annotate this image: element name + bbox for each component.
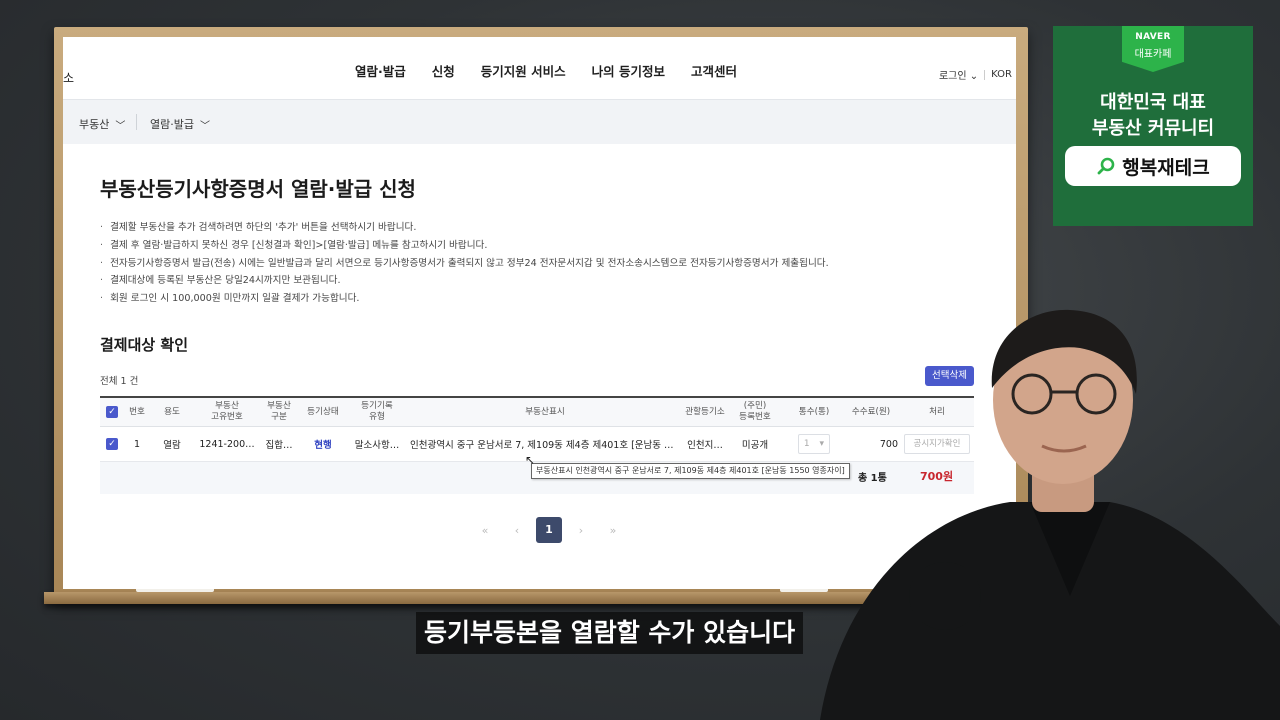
chevron-down-icon: ⌄ bbox=[969, 71, 979, 82]
header-unique-no: 부동산 고유번호 bbox=[194, 398, 260, 426]
header-line: 부동산 bbox=[267, 401, 291, 411]
header-type: 부동산 구분 bbox=[260, 398, 298, 426]
breadcrumb-label: 열람·발급 bbox=[150, 118, 194, 131]
notice-item: 회원 로그인 시 100,000원 미만까지 일괄 결제가 가능합니다. bbox=[100, 290, 829, 308]
header-address: 부동산표시 bbox=[525, 406, 565, 417]
page-number-current[interactable]: 1 bbox=[536, 517, 562, 543]
menu-item-registry-services[interactable]: 등기지원 서비스 bbox=[481, 61, 566, 80]
cell-office: 인천지… bbox=[687, 440, 723, 451]
subtitle-caption: 등기부등본을 열람할 수가 있습니다 bbox=[416, 612, 804, 654]
utility-menu: 로그인 ⌄ KOR bbox=[939, 67, 1012, 82]
cafe-label: 대표카페 bbox=[1134, 49, 1172, 60]
presenter-figure bbox=[820, 309, 1280, 720]
next-page-button[interactable]: › bbox=[565, 524, 597, 537]
header-no: 번호 bbox=[129, 406, 145, 417]
chevron-down-icon: ﹀ bbox=[115, 120, 126, 132]
login-label: 로그인 bbox=[938, 71, 967, 82]
notice-item: 전자등기사항증명서 발급(전송) 시에는 일반발급과 달리 서면으로 등기사항증… bbox=[100, 255, 829, 273]
menu-item-customer-center[interactable]: 고객센터 bbox=[691, 61, 737, 80]
check-icon: ✓ bbox=[106, 438, 118, 450]
menu-item-apply[interactable]: 신청 bbox=[432, 61, 455, 80]
naver-cafe-badge: NAVER 대표카페 대한민국 대표 부동산 커뮤니티 행복재테크 bbox=[1053, 26, 1253, 226]
badge-search-text: 행복재테크 bbox=[1122, 156, 1210, 179]
header-line: 고유번호 bbox=[211, 412, 243, 422]
row-checkbox[interactable]: ✓ bbox=[100, 427, 124, 461]
login-link[interactable]: 로그인 ⌄ bbox=[939, 67, 978, 82]
breadcrumb: 부동산 ﹀ 열람·발급 ﹀ bbox=[63, 99, 1016, 144]
cell-record-type: 말소사항… bbox=[354, 440, 400, 451]
notice-item: 결제 후 열람·발급하지 못하신 경우 [신청결과 확인]>[열람·발급] 메뉴… bbox=[100, 237, 829, 255]
header-record-type: 등기기록 유형 bbox=[348, 398, 406, 426]
breadcrumb-view-issue[interactable]: 열람·발급 ﹀ bbox=[150, 116, 210, 132]
check-icon: ✓ bbox=[106, 406, 118, 418]
notice-list: 결제할 부동산을 추가 검색하려면 하단의 '추가' 버튼을 선택하시기 바랍니… bbox=[100, 219, 829, 308]
cell-usage: 열람 bbox=[163, 440, 181, 451]
menu-item-view-issue[interactable]: 열람·발급 bbox=[355, 61, 406, 80]
header-line: (주민) bbox=[743, 401, 767, 411]
first-page-button[interactable]: « bbox=[469, 524, 501, 537]
cell-address: 인천광역시 중구 운남서로 7, 제109동 제4층 제401호 [운남동 … bbox=[410, 440, 674, 451]
menu-item-my-registry[interactable]: 나의 등기정보 bbox=[592, 61, 665, 80]
header-line: 등기기록 bbox=[361, 401, 393, 411]
badge-subheadline: 부동산 커뮤니티 bbox=[1091, 118, 1215, 139]
main-menu: 열람·발급 신청 등기지원 서비스 나의 등기정보 고객센터 bbox=[355, 61, 763, 80]
notice-item: 결제할 부동산을 추가 검색하려면 하단의 '추가' 버튼을 선택하시기 바랍니… bbox=[100, 219, 829, 237]
divider bbox=[984, 69, 986, 80]
header-line: 유형 bbox=[369, 412, 385, 422]
page-title: 부동산등기사항증명서 열람·발급 신청 bbox=[100, 177, 416, 201]
last-page-button[interactable]: » bbox=[597, 524, 629, 537]
language-link[interactable]: KOR bbox=[991, 69, 1012, 80]
header-line: 부동산 bbox=[215, 401, 239, 411]
notice-item: 결제대상에 등록된 부동산은 당일24시까지만 보관됩니다. bbox=[100, 272, 829, 290]
header-line: 구분 bbox=[271, 412, 287, 422]
total-count: 전체 1 건 bbox=[100, 376, 139, 387]
top-navigation: 소 열람·발급 신청 등기지원 서비스 나의 등기정보 고객센터 로그인 ⌄ K… bbox=[63, 37, 1016, 99]
chevron-down-icon: ﹀ bbox=[199, 120, 210, 132]
logo-fragment: 소 bbox=[63, 71, 75, 85]
prev-page-button[interactable]: ‹ bbox=[501, 524, 533, 537]
cell-unique-no: 1241-200… bbox=[199, 438, 255, 450]
naver-label: NAVER bbox=[1135, 32, 1171, 42]
search-icon bbox=[1097, 157, 1115, 175]
select-all-checkbox[interactable]: ✓ bbox=[100, 398, 124, 426]
header-line: 등록번호 bbox=[739, 412, 771, 422]
mouse-cursor-icon: ↖ bbox=[525, 453, 536, 467]
header-office: 관할등기소 bbox=[685, 406, 725, 417]
header-status: 등기상태 bbox=[307, 406, 339, 417]
header-reg-no: (주민) 등록번호 bbox=[730, 398, 780, 426]
naver-flag: NAVER 대표카페 bbox=[1122, 26, 1184, 72]
section-title: 결제대상 확인 bbox=[100, 336, 189, 354]
badge-search-box: 행복재테크 bbox=[1065, 146, 1241, 186]
cell-type: 집합… bbox=[265, 440, 293, 451]
breadcrumb-real-estate[interactable]: 부동산 ﹀ bbox=[79, 116, 125, 132]
divider bbox=[136, 114, 137, 130]
header-usage: 용도 bbox=[164, 406, 180, 417]
pagination: « ‹ 1 › » bbox=[469, 517, 629, 543]
breadcrumb-label: 부동산 bbox=[79, 118, 110, 131]
cell-status-link[interactable]: 현행 bbox=[300, 427, 346, 461]
cell-reg-no: 미공개 bbox=[741, 440, 769, 451]
badge-headline: 대한민국 대표 bbox=[1100, 92, 1206, 113]
cell-no: 1 bbox=[133, 438, 141, 450]
